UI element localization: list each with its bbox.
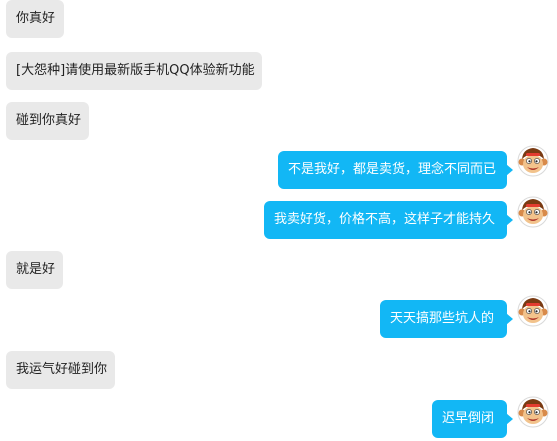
- monkey-avatar-icon[interactable]: [517, 396, 549, 428]
- message-bubble[interactable]: 你真好: [6, 0, 64, 38]
- message-bubble[interactable]: 不是我好，都是卖货，理念不同而已: [278, 151, 513, 189]
- message-text: 不是我好，都是卖货，理念不同而已: [288, 162, 497, 177]
- message-text: [大怨种]请使用最新版手机QQ体验新功能: [16, 63, 255, 78]
- monkey-avatar-icon[interactable]: [517, 145, 549, 177]
- message-bubble[interactable]: 迟早倒闭: [432, 400, 513, 438]
- message-bubble[interactable]: 天天搞那些坑人的: [380, 300, 513, 338]
- message-bubble[interactable]: 我卖好货，价格不高，这样子才能持久: [264, 201, 513, 239]
- message-bubble[interactable]: [大怨种]请使用最新版手机QQ体验新功能: [6, 52, 262, 90]
- message-text: 就是好: [16, 262, 56, 277]
- message-bubble[interactable]: 碰到你真好: [6, 102, 89, 140]
- message-text: 我运气好碰到你: [16, 362, 108, 377]
- monkey-avatar-icon[interactable]: [517, 295, 549, 327]
- message-text: 碰到你真好: [16, 113, 82, 128]
- message-text: 迟早倒闭: [442, 411, 495, 426]
- message-text: 天天搞那些坑人的: [390, 311, 495, 326]
- monkey-avatar-icon[interactable]: [517, 196, 549, 228]
- message-text: 你真好: [16, 11, 56, 26]
- message-bubble[interactable]: 就是好: [6, 251, 63, 289]
- message-bubble[interactable]: 我运气好碰到你: [6, 351, 115, 389]
- message-text: 我卖好货，价格不高，这样子才能持久: [274, 212, 496, 227]
